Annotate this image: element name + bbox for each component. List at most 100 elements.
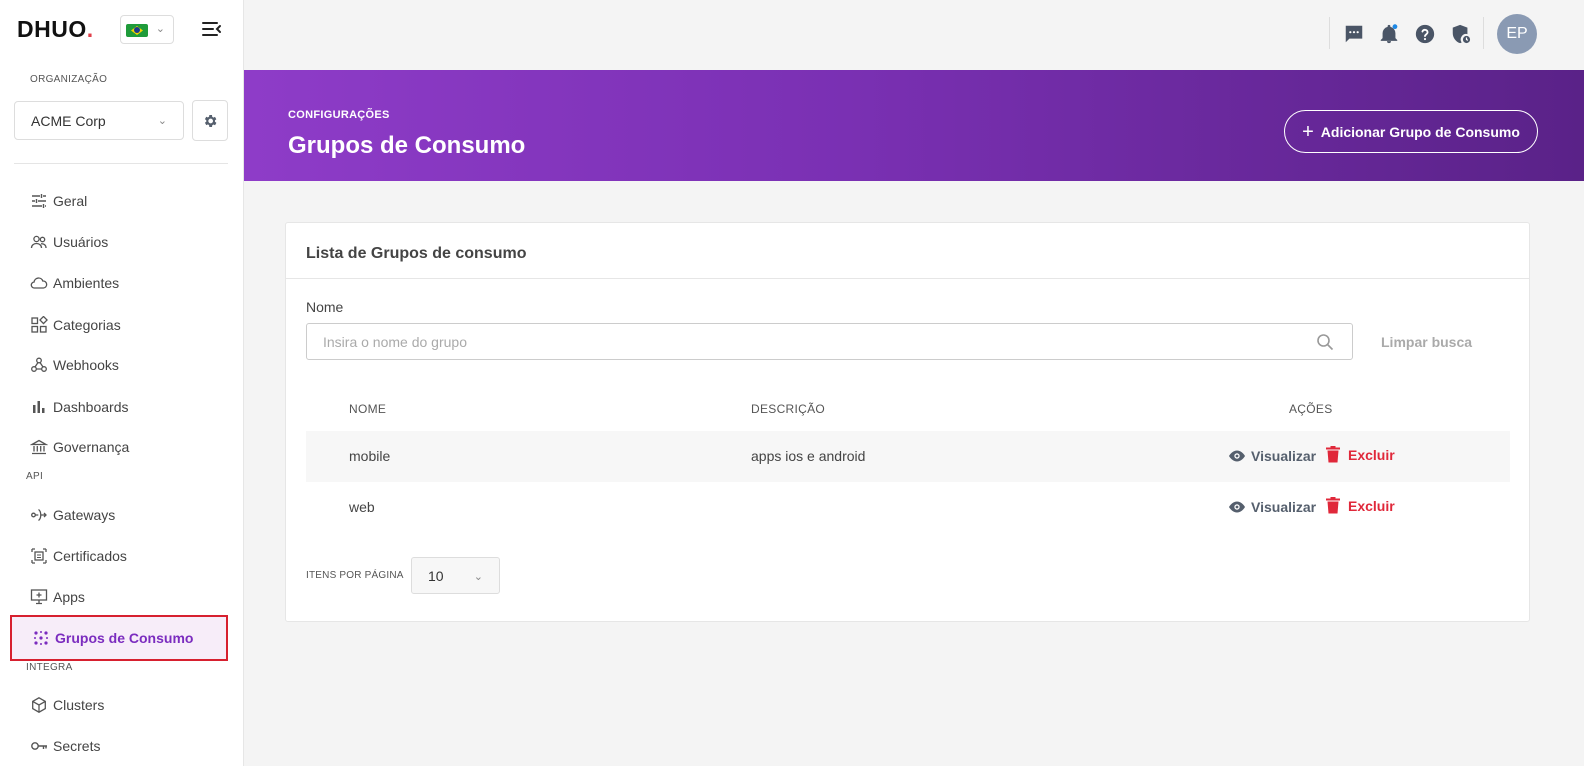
sidebar-item-label: Secrets xyxy=(53,738,101,754)
apps-icon xyxy=(30,589,48,605)
sidebar-item-ambientes[interactable]: Ambientes xyxy=(30,270,119,296)
bell-icon[interactable] xyxy=(1377,22,1401,46)
trash-icon xyxy=(1326,497,1340,514)
organization-value: ACME Corp xyxy=(31,113,106,129)
sidebar-item-label: Dashboards xyxy=(53,399,129,415)
sidebar-item-label: Clusters xyxy=(53,697,105,713)
view-label: Visualizar xyxy=(1251,448,1317,464)
gateway-icon xyxy=(31,508,47,522)
sidebar-item-dashboards[interactable]: Dashboards xyxy=(30,394,129,420)
delete-label: Excluir xyxy=(1348,497,1395,514)
name-field-label: Nome xyxy=(306,299,344,315)
sidebar-item-geral[interactable]: Geral xyxy=(30,188,87,214)
sidebar-item-label: Gateways xyxy=(53,507,116,523)
chevron-down-icon: ⌄ xyxy=(155,23,165,35)
breadcrumb[interactable]: CONFIGURAÇÕES xyxy=(288,109,390,121)
sidebar-item-gateways[interactable]: Gateways xyxy=(30,502,115,528)
chat-icon[interactable] xyxy=(1342,22,1366,46)
sidebar-item-governanca[interactable]: Governança xyxy=(30,434,129,460)
users-icon xyxy=(30,235,47,249)
cell-name: mobile xyxy=(349,448,391,464)
logo-text: DHUO xyxy=(17,16,87,42)
delete-button[interactable]: Excluir xyxy=(1326,497,1395,514)
sidebar-item-webhooks[interactable]: Webhooks xyxy=(30,352,119,378)
sidebar-item-categorias[interactable]: Categorias xyxy=(30,312,121,338)
cell-name: web xyxy=(349,499,375,515)
card-title: Lista de Grupos de consumo xyxy=(306,245,527,262)
page-header: CONFIGURAÇÕES Grupos de Consumo + Adicio… xyxy=(244,70,1584,181)
section-label-integra: INTEGRA xyxy=(26,662,73,673)
sidebar-item-label: Certificados xyxy=(53,548,127,564)
cell-description: apps ios e android xyxy=(751,448,866,464)
table-row: web Visualizar Excluir xyxy=(306,482,1510,533)
category-grid-icon xyxy=(31,316,48,333)
section-label-api: API xyxy=(26,471,44,482)
topbar: EP xyxy=(244,0,1584,70)
sidebar-item-label: Apps xyxy=(53,589,85,605)
delete-label: Excluir xyxy=(1348,446,1395,463)
collapse-menu-icon[interactable] xyxy=(200,18,222,40)
sidebar-item-label: Categorias xyxy=(53,317,121,333)
sidebar-item-secrets[interactable]: Secrets xyxy=(30,733,100,759)
items-per-page-label: ITENS POR PÁGINA xyxy=(306,570,404,581)
dhuo-logo[interactable]: DHUO. xyxy=(17,16,94,43)
trash-icon xyxy=(1326,446,1340,463)
sidebar-item-certificados[interactable]: Certificados xyxy=(30,543,127,569)
add-consumer-group-button[interactable]: + Adicionar Grupo de Consumo xyxy=(1284,110,1538,153)
sidebar-item-apps[interactable]: Apps xyxy=(30,584,85,610)
search-icon[interactable] xyxy=(1316,333,1334,351)
delete-button[interactable]: Excluir xyxy=(1326,446,1395,463)
logo-dot: . xyxy=(86,16,94,42)
column-header-description: DESCRIÇÃO xyxy=(751,402,826,416)
shield-clock-icon[interactable] xyxy=(1449,22,1473,46)
sidebar-item-clusters[interactable]: Clusters xyxy=(30,692,104,718)
view-button[interactable]: Visualizar xyxy=(1228,447,1316,465)
sidebar-item-usuarios[interactable]: Usuários xyxy=(30,229,108,255)
plus-icon: + xyxy=(1302,120,1314,143)
organization-settings-button[interactable] xyxy=(192,100,228,141)
sidebar-divider xyxy=(14,163,228,164)
column-header-actions: AÇÕES xyxy=(1289,402,1333,416)
help-icon[interactable] xyxy=(1413,22,1437,46)
organization-select[interactable]: ACME Corp ⌄ xyxy=(14,101,184,140)
organization-label: ORGANIZAÇÃO xyxy=(30,74,108,85)
cube-icon xyxy=(32,697,46,713)
column-header-name: NOME xyxy=(349,402,387,416)
sidebar-item-grupos-de-consumo[interactable]: Grupos de Consumo xyxy=(10,615,228,661)
key-icon xyxy=(31,742,47,750)
sidebar-item-label: Ambientes xyxy=(53,275,120,291)
page-title: Grupos de Consumo xyxy=(288,132,526,159)
sidebar-item-label: Grupos de Consumo xyxy=(55,630,194,646)
sidebar: DHUO. ⌄ ORGANIZAÇÃO ACME Corp ⌄ Geral Us… xyxy=(0,0,244,766)
sidebar-item-label: Governança xyxy=(53,439,130,455)
group-name-input[interactable] xyxy=(307,324,1287,359)
topbar-divider xyxy=(1483,17,1484,49)
table-row: mobile apps ios e android Visualizar Exc… xyxy=(306,431,1510,482)
topbar-divider xyxy=(1329,17,1330,49)
avatar[interactable]: EP xyxy=(1497,14,1537,54)
chevron-down-icon: ⌄ xyxy=(473,571,483,583)
webhook-icon xyxy=(31,357,47,372)
clear-search-button[interactable]: Limpar busca xyxy=(1381,334,1472,350)
sidebar-item-label: Geral xyxy=(53,193,88,209)
eye-icon xyxy=(1229,450,1245,462)
bar-chart-icon xyxy=(33,401,45,413)
items-per-page-select[interactable]: 10 ⌄ xyxy=(411,557,500,594)
consumer-groups-card: Lista de Grupos de consumo Nome Limpar b… xyxy=(285,222,1530,622)
sidebar-item-label: Webhooks xyxy=(53,357,119,373)
sliders-icon xyxy=(32,194,46,208)
sidebar-item-label: Usuários xyxy=(53,234,109,250)
cloud-icon xyxy=(30,277,48,289)
eye-icon xyxy=(1229,501,1245,513)
dots-grid-icon xyxy=(34,631,48,645)
brazil-flag-icon xyxy=(126,24,148,37)
view-label: Visualizar xyxy=(1251,499,1317,515)
chevron-down-icon: ⌄ xyxy=(157,115,167,127)
search-box xyxy=(306,323,1353,360)
gear-icon xyxy=(204,114,217,127)
certificate-icon xyxy=(31,548,47,564)
add-button-label: Adicionar Grupo de Consumo xyxy=(1320,123,1520,140)
view-button[interactable]: Visualizar xyxy=(1228,498,1316,516)
language-select[interactable]: ⌄ xyxy=(120,15,174,44)
bank-icon xyxy=(30,439,48,455)
